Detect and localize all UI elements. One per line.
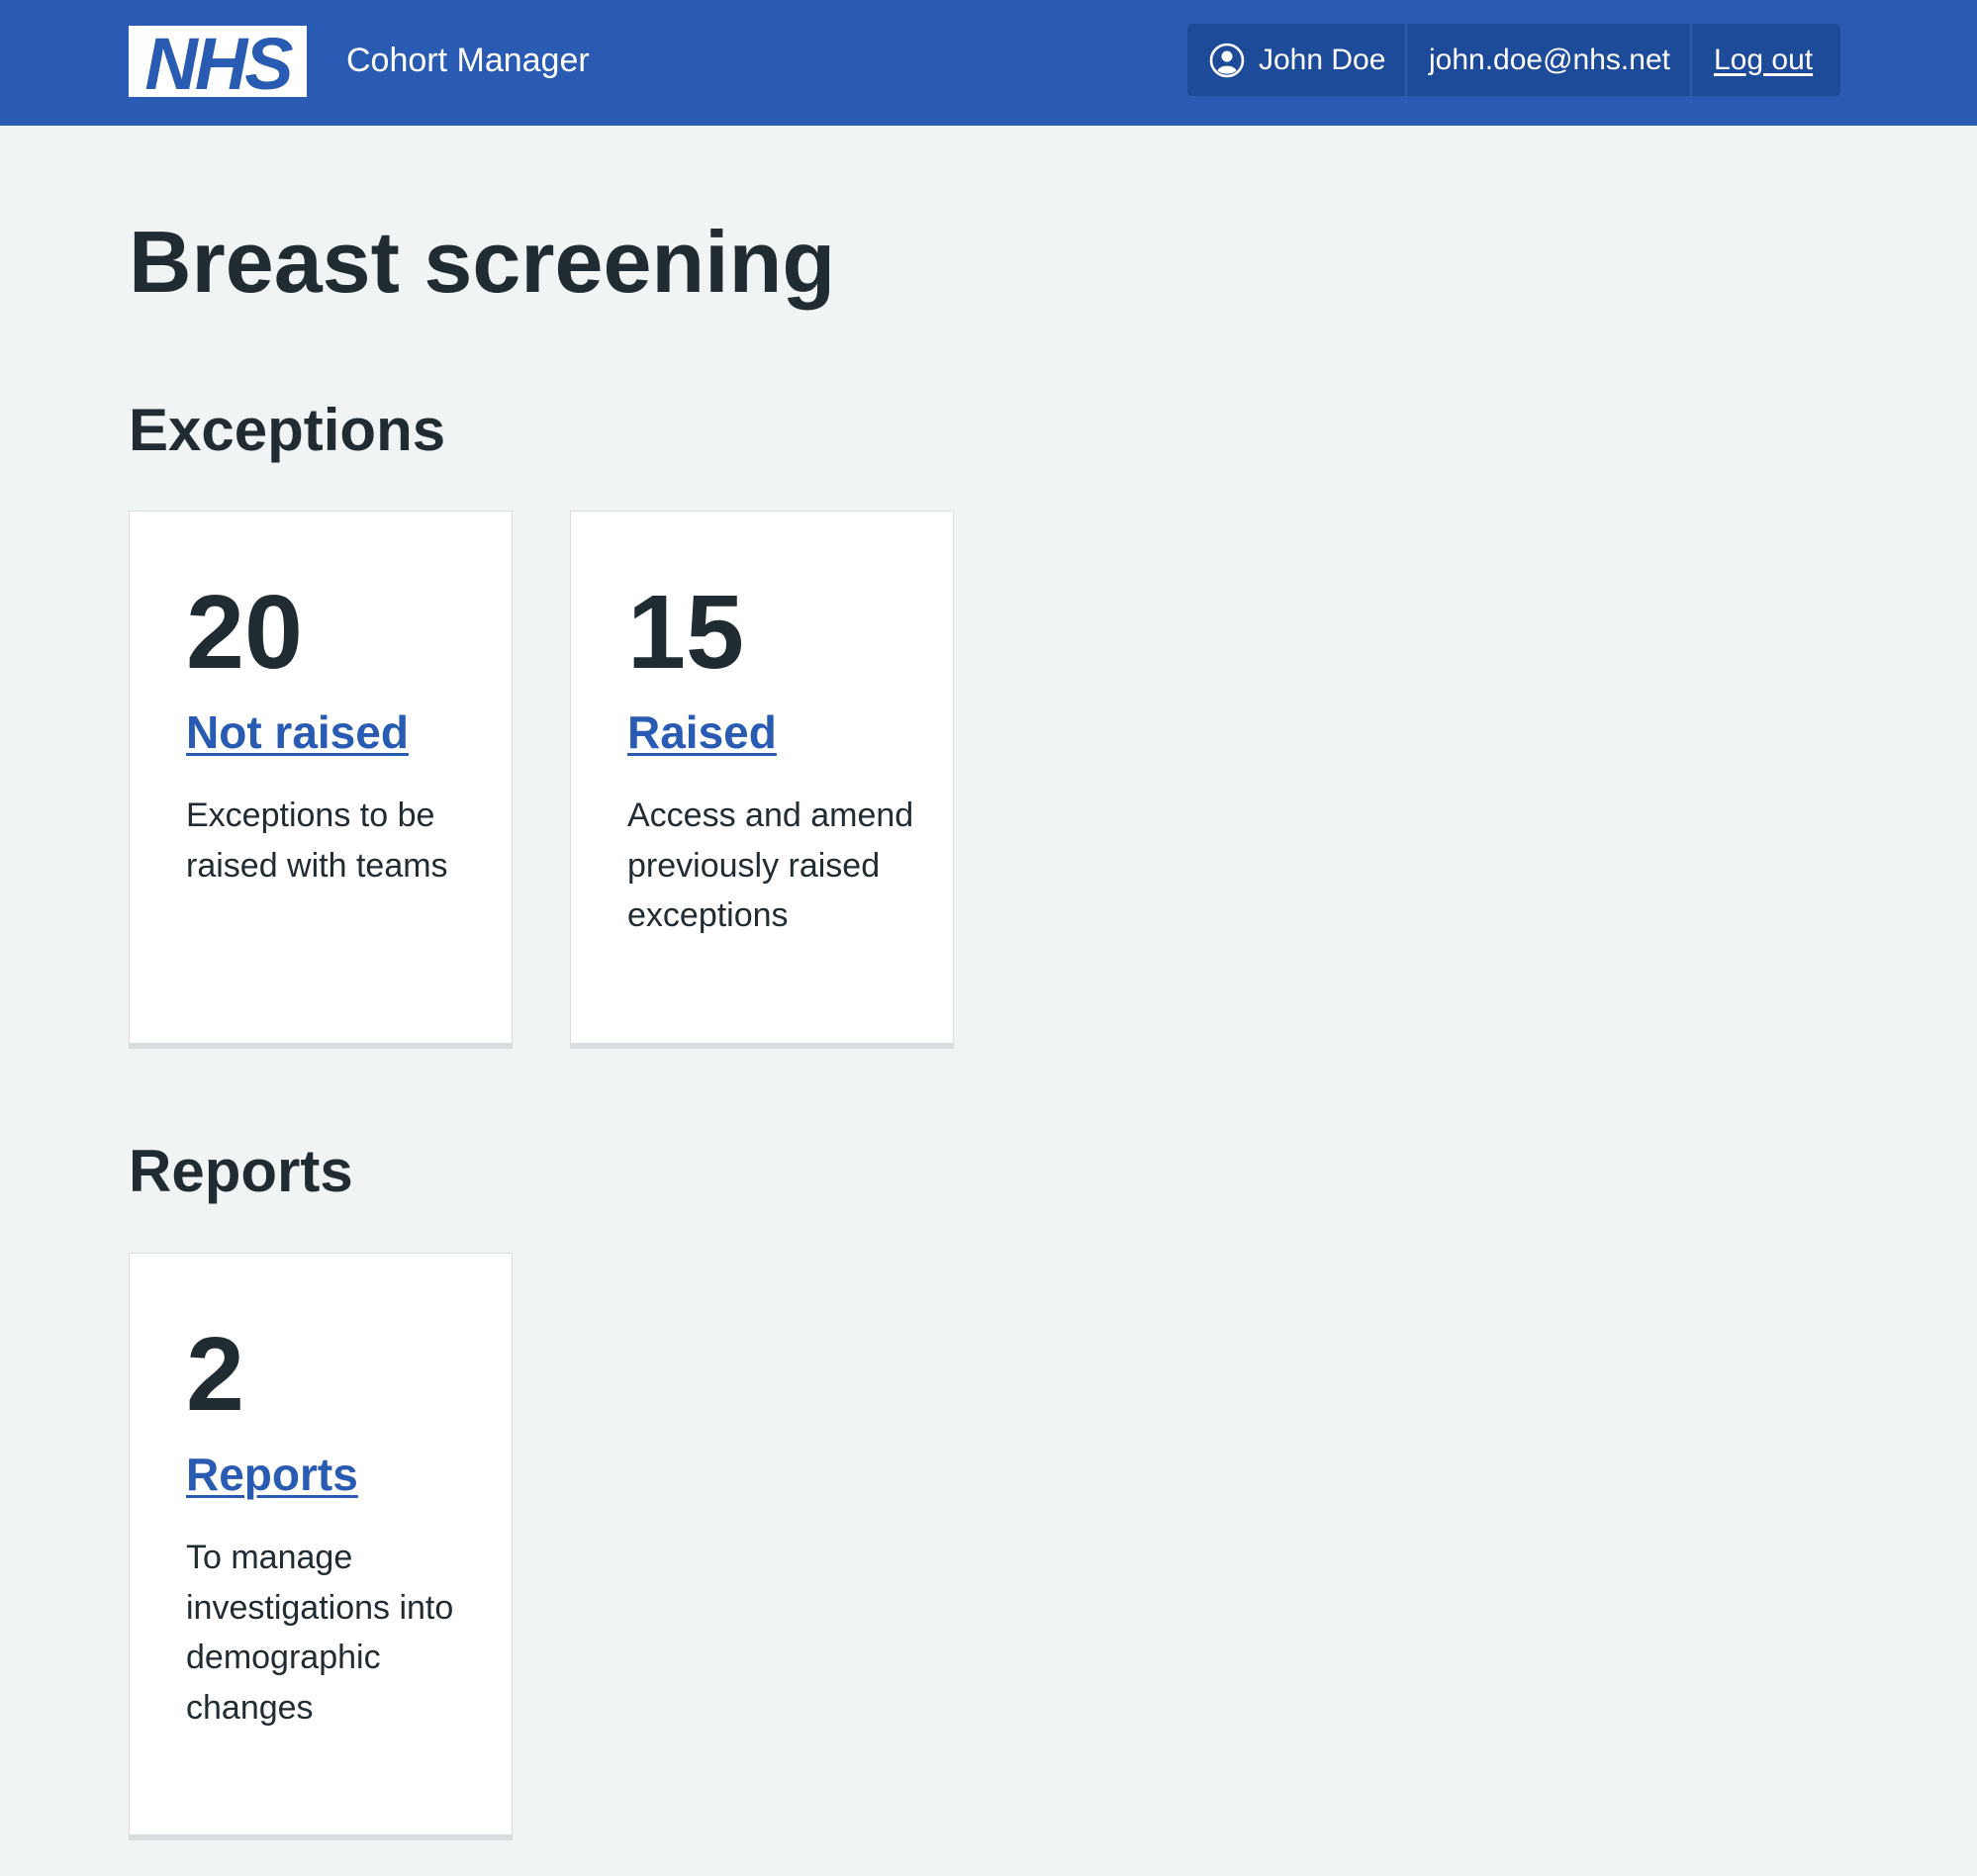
card-description: Exceptions to be raised with teams (186, 797, 448, 885)
account-user: John Doe (1187, 24, 1407, 96)
page-title: Breast screening (129, 213, 836, 311)
section-title-reports: Reports (129, 1138, 353, 1204)
nhs-logo[interactable]: NHS (129, 26, 307, 97)
card-description: To manage investigations into demographi… (186, 1539, 454, 1727)
card-description: Access and amend previously raised excep… (627, 797, 914, 934)
card-count: 15 (627, 574, 744, 691)
service-name-link[interactable]: Cohort Manager (346, 40, 590, 81)
reports-link[interactable]: Reports (186, 1448, 358, 1501)
card-not-raised: 20 Not raised Exceptions to be raised wi… (129, 511, 513, 1049)
card-count: 2 (186, 1316, 244, 1433)
card-reports: 2 Reports To manage investigations into … (129, 1253, 513, 1840)
not-raised-link[interactable]: Not raised (186, 705, 409, 759)
card-count: 20 (186, 574, 303, 691)
card-raised: 15 Raised Access and amend previously ra… (570, 511, 954, 1049)
account-email: john.doe@nhs.net (1407, 24, 1692, 96)
user-circle-icon (1209, 43, 1245, 78)
account-navigation: John Doe john.doe@nhs.net Log out (1187, 24, 1840, 96)
site-header: NHS Cohort Manager John Doe john.doe@nhs… (0, 0, 1977, 126)
nhs-logo-text: NHS (144, 26, 293, 97)
section-title-exceptions: Exceptions (129, 397, 446, 463)
account-user-name: John Doe (1259, 43, 1386, 76)
logout-link[interactable]: Log out (1692, 24, 1840, 96)
raised-link[interactable]: Raised (627, 705, 777, 759)
